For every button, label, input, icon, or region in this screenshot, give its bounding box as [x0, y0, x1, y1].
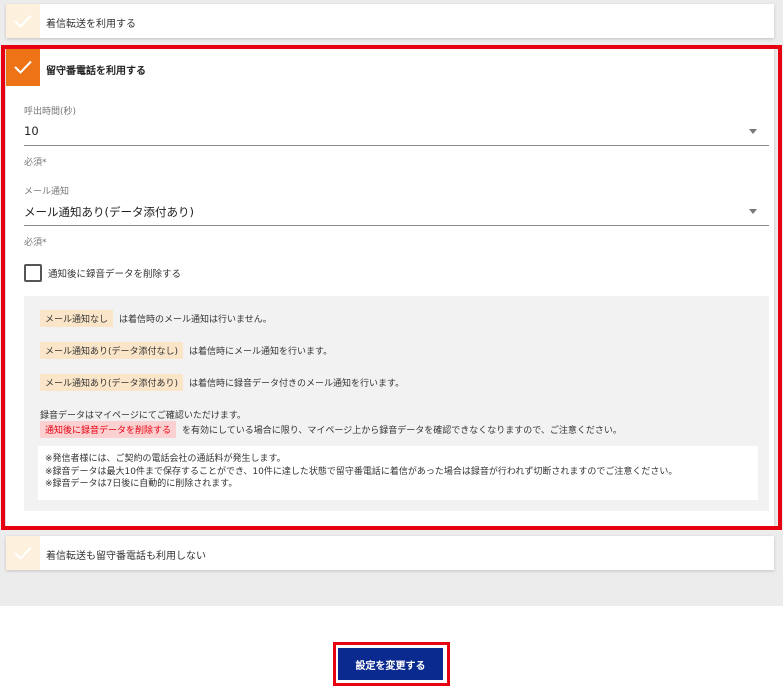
- required-helper: 必須*: [24, 238, 47, 248]
- info-line: 通知後に録音データを削除する を有効にしている場合に限り、マイページ上から録音デ…: [40, 421, 622, 438]
- delete-after-notify-row[interactable]: 通知後に録音データを削除する: [24, 264, 181, 282]
- info-tag-warning: 通知後に録音データを削除する: [40, 421, 177, 438]
- info-line: メール通知あり(データ添付あり) は着信時に録音データ付きのメール通知を行います…: [40, 374, 404, 391]
- info-text: 録音データはマイページにてご確認いただけます。: [40, 411, 246, 421]
- delete-after-notify-label: 通知後に録音データを削除する: [48, 269, 182, 280]
- mail-notify-value: メール通知あり(データ添付あり): [24, 205, 194, 219]
- option-label: 着信転送を利用する: [46, 19, 136, 30]
- option-label: 着信転送も留守番電話も利用しない: [46, 551, 206, 562]
- info-tag: メール通知なし: [40, 310, 114, 327]
- option-voicemail: 留守番電話を利用する 呼出時間(秒) 10 必須* メール通知 メール通知あり(…: [6, 48, 774, 526]
- ring-time-label: 呼出時間(秒): [24, 107, 77, 117]
- option-no-service[interactable]: 着信転送も留守番電話も利用しない: [6, 536, 774, 570]
- submit-button[interactable]: 設定を変更する: [338, 648, 443, 680]
- info-line: メール通知なし は着信時のメール通知は行いません。: [40, 310, 272, 327]
- info-tag: メール通知あり(データ添付なし): [40, 342, 184, 359]
- check-icon[interactable]: [6, 536, 40, 570]
- info-line: メール通知あり(データ添付なし) は着信時にメール通知を行います。: [40, 342, 332, 359]
- mail-notify-select[interactable]: メール通知あり(データ添付あり): [24, 204, 769, 226]
- note-line: ※発信者様には、ご契約の電話会社の通話料が発生します。: [45, 454, 286, 464]
- info-line: 録音データはマイページにてご確認いただけます。: [40, 408, 246, 421]
- option-call-forwarding[interactable]: 着信転送を利用する: [6, 4, 774, 38]
- option-label[interactable]: 留守番電話を利用する: [46, 62, 146, 77]
- mail-notify-label: メール通知: [24, 187, 70, 197]
- info-box: メール通知なし は着信時のメール通知は行いません。 メール通知あり(データ添付な…: [24, 296, 769, 511]
- check-icon[interactable]: [6, 48, 40, 86]
- info-tag: メール通知あり(データ添付あり): [40, 374, 184, 391]
- info-text: は着信時に録音データ付きのメール通知を行います。: [189, 379, 405, 389]
- mail-notify-field: メール通知 メール通知あり(データ添付あり) 必須*: [24, 184, 769, 248]
- info-text: は着信時のメール通知は行いません。: [119, 315, 272, 325]
- info-text: は着信時にメール通知を行います。: [189, 347, 333, 357]
- ring-time-field: 呼出時間(秒) 10 必須*: [24, 104, 769, 168]
- delete-after-notify-checkbox[interactable]: [24, 264, 42, 282]
- ring-time-select[interactable]: 10: [24, 124, 769, 146]
- check-icon[interactable]: [6, 4, 40, 38]
- required-helper: 必須*: [24, 158, 47, 168]
- dropdown-arrow-icon: [749, 209, 757, 214]
- dropdown-arrow-icon: [749, 129, 757, 134]
- note-line: ※録音データは7日後に自動的に削除されます。: [45, 479, 238, 489]
- info-text: を有効にしている場合に限り、マイページ上から録音データを確認できなくなりますので…: [182, 426, 622, 436]
- settings-page: 着信転送を利用する 留守番電話を利用する 呼出時間(秒) 10 必須* メール通…: [0, 0, 783, 687]
- notes-box: ※発信者様には、ご契約の電話会社の通話料が発生します。 ※録音データは最大10件…: [38, 446, 758, 500]
- ring-time-value: 10: [24, 124, 39, 138]
- note-line: ※録音データは最大10件まで保存することができ、10件に達した状態で留守番電話に…: [45, 466, 678, 477]
